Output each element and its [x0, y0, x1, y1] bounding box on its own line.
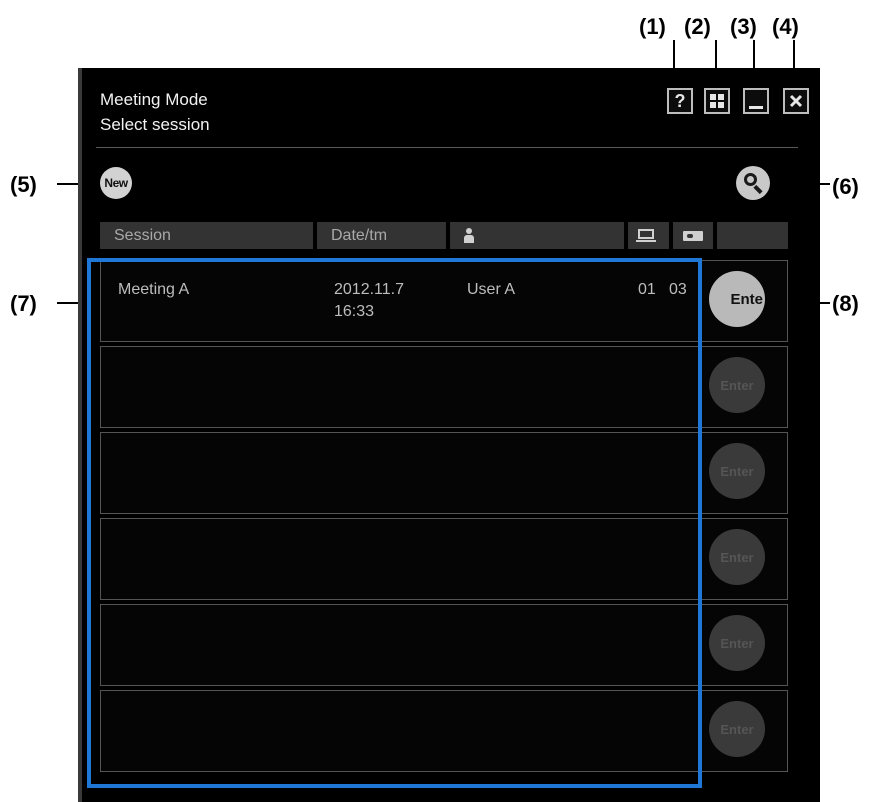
minimize-button[interactable]	[743, 88, 769, 114]
session-row[interactable]	[100, 432, 788, 514]
session-row[interactable]	[100, 346, 788, 428]
view-switch-button[interactable]	[704, 88, 730, 114]
column-header-session[interactable]: Session	[100, 222, 313, 249]
callout-4: (4)	[772, 14, 799, 39]
close-button[interactable]	[783, 88, 809, 114]
callout-5: (5)	[10, 172, 37, 197]
session-time: 16:33	[334, 303, 375, 320]
session-date: 2012.11.7	[334, 281, 404, 298]
enter-button[interactable]: Enter	[709, 443, 765, 499]
minimize-icon	[749, 105, 763, 109]
enter-button[interactable]: Enter	[709, 529, 765, 585]
person-icon	[464, 228, 474, 244]
column-header-user[interactable]	[450, 222, 624, 249]
help-icon: ?	[674, 90, 686, 111]
callout-8: (8)	[832, 291, 859, 316]
close-icon	[789, 94, 803, 108]
column-header-datetime[interactable]: Date/tm	[317, 222, 446, 249]
session-name: Meeting A	[118, 281, 190, 298]
enter-button[interactable]: Enter	[709, 357, 765, 413]
header-divider	[96, 147, 798, 148]
callout-2: (2)	[684, 14, 711, 39]
pc-icon	[636, 229, 656, 243]
projector-icon	[683, 231, 703, 241]
meeting-mode-window: Meeting Mode Select session ? New Sessio…	[78, 68, 820, 802]
help-button[interactable]: ?	[667, 88, 693, 114]
enter-button[interactable]: Enter	[709, 615, 765, 671]
session-user: User A	[467, 281, 516, 298]
session-pc-count: 01	[638, 281, 656, 298]
callout-3: (3)	[730, 14, 757, 39]
callout-6: (6)	[832, 174, 859, 199]
enter-button[interactable]: Enter	[709, 701, 765, 757]
enter-button[interactable]: Ente	[709, 271, 765, 327]
column-header-pc[interactable]	[628, 222, 669, 249]
window-subtitle: Select session	[100, 115, 210, 134]
callout-7: (7)	[10, 291, 37, 316]
session-row[interactable]	[100, 604, 788, 686]
new-session-button[interactable]: New	[100, 167, 132, 199]
session-row[interactable]: Meeting A 2012.11.7 16:33 User A 01 03	[100, 260, 788, 342]
callout-1: (1)	[639, 14, 666, 39]
session-row[interactable]	[100, 518, 788, 600]
window-title: Meeting Mode	[100, 90, 208, 109]
search-button[interactable]	[736, 166, 770, 200]
column-header-projector[interactable]	[673, 222, 713, 249]
grid-view-icon	[710, 94, 724, 108]
session-row[interactable]	[100, 690, 788, 772]
column-header-action	[717, 222, 788, 249]
session-projector-count: 03	[669, 281, 687, 298]
